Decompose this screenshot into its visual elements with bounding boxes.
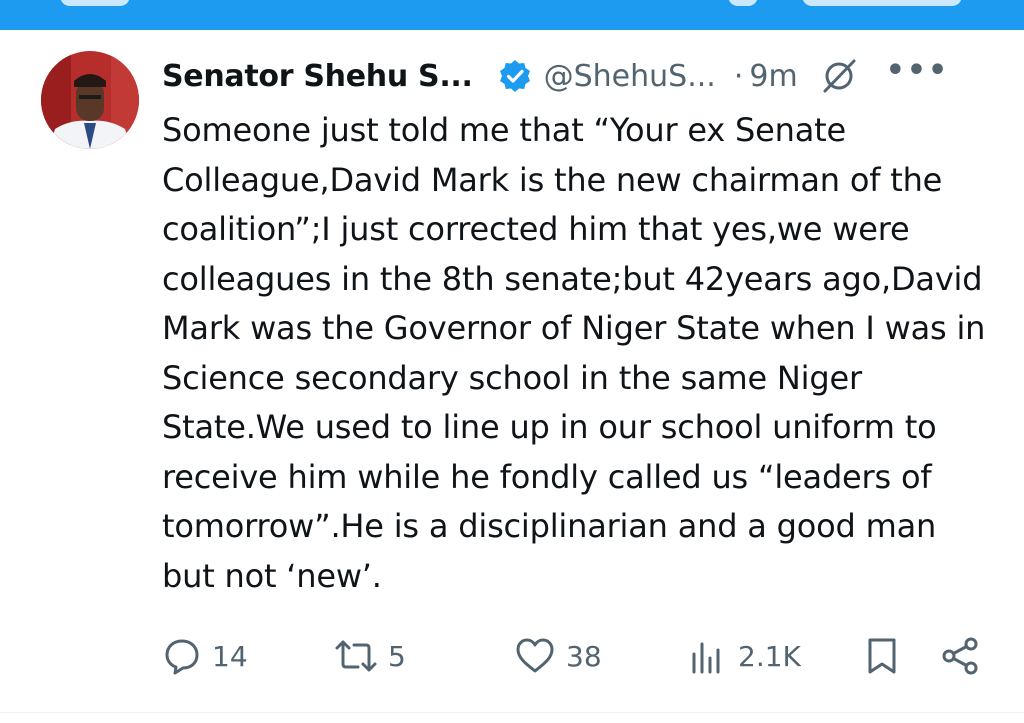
reply-button[interactable]: 14: [162, 632, 248, 680]
like-count: 38: [566, 639, 602, 673]
post-time[interactable]: 9m: [749, 59, 797, 94]
bookmark-icon: [868, 638, 896, 674]
post-text: Someone just told me that “Your ex Senat…: [162, 111, 986, 595]
reply-count: 14: [212, 639, 248, 673]
top-bar-partial-element: [802, 0, 962, 6]
repost-button[interactable]: 5: [334, 632, 406, 680]
views-count: 2.1K: [738, 639, 801, 673]
views-button[interactable]: 2.1K: [688, 632, 801, 680]
like-icon: [516, 638, 554, 673]
top-bar: [0, 0, 1024, 30]
top-bar-partial-element: [60, 0, 130, 6]
more-icon[interactable]: •••: [886, 56, 950, 86]
bookmark-button[interactable]: [862, 632, 902, 680]
author-name[interactable]: Senator Shehu S...: [162, 59, 473, 94]
share-icon: [942, 637, 978, 675]
views-icon: [692, 642, 720, 674]
action-bar: 14 5 38 2.1K: [162, 632, 992, 680]
repost-icon: [335, 640, 377, 672]
avatar-image: [41, 51, 139, 149]
repost-count: 5: [388, 639, 406, 673]
reply-icon: [165, 639, 199, 675]
verified-badge-icon: [499, 60, 530, 92]
divider: [0, 712, 1024, 713]
post-header: Senator Shehu S... @ShehuS... · 9m •••: [162, 56, 992, 96]
avatar[interactable]: [41, 51, 139, 149]
grok-icon[interactable]: [820, 57, 858, 95]
author-handle[interactable]: @ShehuS...: [544, 59, 716, 94]
share-button[interactable]: [940, 632, 980, 680]
like-button[interactable]: 38: [514, 632, 602, 680]
separator-dot: ·: [733, 58, 744, 94]
top-bar-partial-element: [728, 0, 758, 6]
